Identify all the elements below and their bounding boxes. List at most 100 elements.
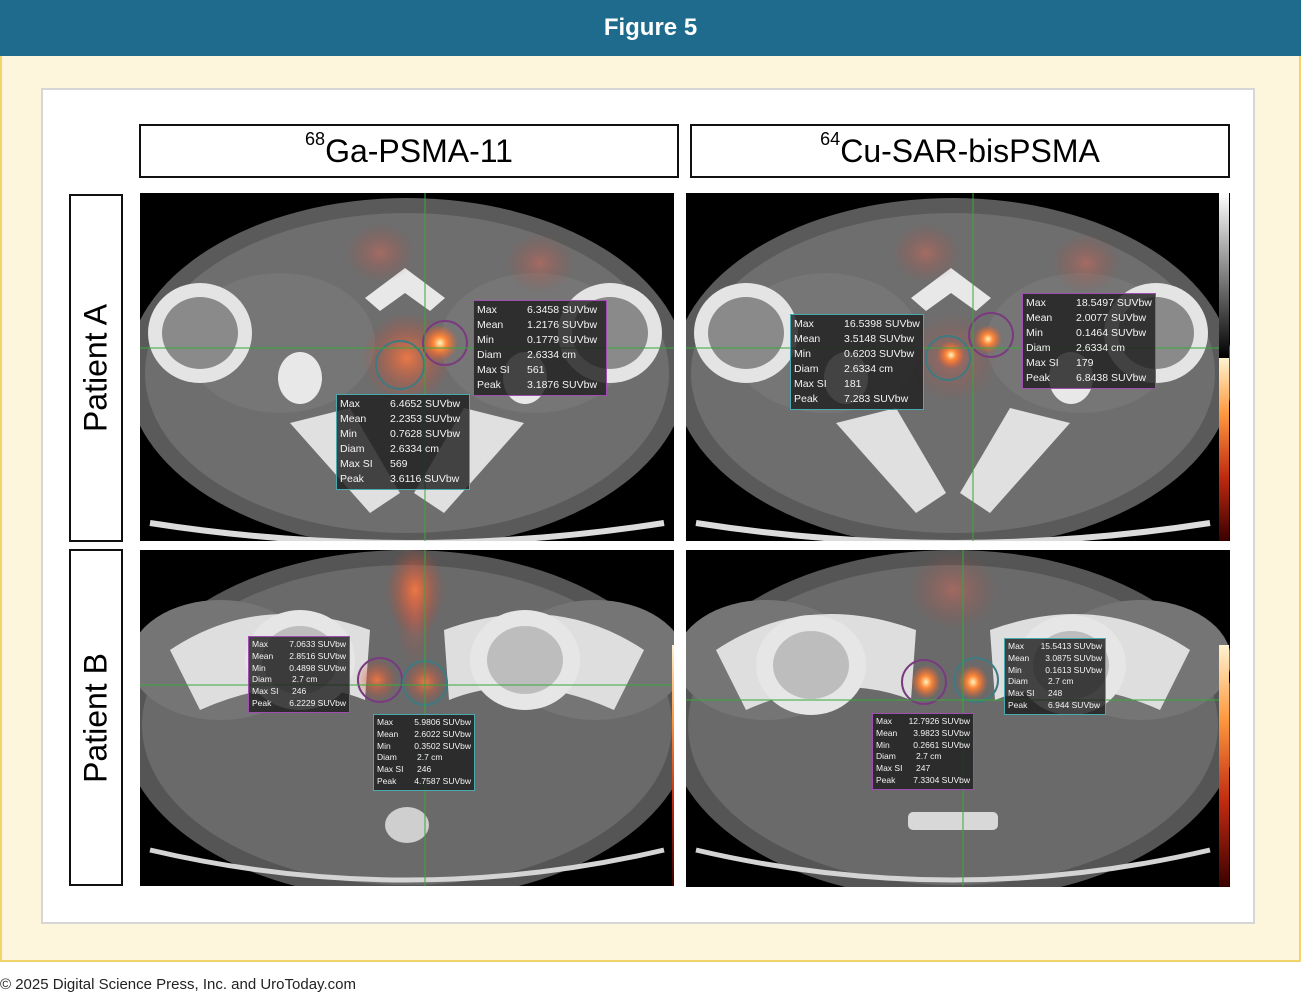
roi-key: Max SI (876, 763, 903, 774)
roi-row: Max SI 246 (252, 686, 346, 698)
roi-row: Max SI 247 (876, 763, 970, 775)
roi-value: 3.1876 SUVbw (527, 379, 598, 391)
roi-key: Max SI (340, 458, 373, 470)
roi-value: 6.3458 SUVbw (527, 304, 598, 316)
roi-row: Peak 6.8438 SUVbw (1026, 371, 1152, 386)
roi-key: Max SI (794, 378, 827, 390)
roi-key: Peak (876, 774, 896, 785)
roi-row: Peak 7.3304 SUVbw (876, 775, 970, 787)
roi-stats-box: Max 18.5497 SUVbw Mean 2.0077 SUVbw Min 0.1… (1022, 293, 1156, 389)
roi-row: Mean 1.2176 SUVbw (477, 318, 603, 333)
pet-colorbar (672, 645, 674, 886)
roi-value: 5.9806 SUVbw (414, 717, 471, 727)
roi-value: 2.6334 cm (527, 349, 577, 361)
roi-row: Peak 3.1876 SUVbw (477, 378, 603, 393)
roi-row: Max 16.5398 SUVbw (794, 317, 920, 332)
roi-key: Max SI (1008, 688, 1035, 699)
roi-value: 248 (1048, 688, 1063, 699)
roi-row: Max 7.0633 SUVbw (252, 639, 346, 651)
roi-stats-box: Max 15.5413 SUVbw Mean 3.0875 SUVbw Min 0.1… (1004, 638, 1106, 715)
roi-row: Max 18.5497 SUVbw (1026, 296, 1152, 311)
roi-key: Max (477, 304, 497, 316)
roi-key: Peak (377, 775, 397, 786)
roi-key: Max (340, 398, 360, 410)
roi-key: Mean (876, 727, 898, 738)
grayscale-colorbar (1219, 193, 1229, 358)
roi-value: 2.7 cm (292, 674, 318, 685)
roi-row: Mean 3.0875 SUVbw (1008, 653, 1102, 665)
roi-key: Diam (876, 751, 896, 762)
roi-key: Peak (477, 379, 501, 391)
tracer-label: Cu-SAR-bisPSMA (840, 132, 1100, 169)
roi-value: 561 (527, 364, 545, 376)
ct-scan-patient-a-ga: Max 6.3458 SUVbw Mean 1.2176 SUVbw Min 0.17… (140, 193, 674, 541)
roi-row: Max 5.9806 SUVbw (377, 717, 471, 729)
roi-key: Max (252, 639, 269, 649)
column-header-ga-psma: 68 Ga-PSMA-11 (139, 124, 679, 178)
figure-header: Figure 5 (0, 0, 1301, 56)
roi-value: 3.9823 SUVbw (913, 727, 970, 738)
roi-value: 7.283 SUVbw (844, 393, 909, 405)
tracer-label: Ga-PSMA-11 (325, 132, 513, 169)
roi-row: Peak 4.7587 SUVbw (377, 776, 471, 788)
roi-value: 6.4652 SUVbw (390, 398, 461, 410)
roi-row: Min 0.7628 SUVbw (340, 427, 466, 442)
roi-row: Diam 2.7 cm (377, 752, 471, 764)
roi-value: 179 (1076, 357, 1094, 369)
roi-value: 0.1779 SUVbw (527, 334, 598, 346)
roi-key: Min (340, 428, 357, 440)
roi-row: Max SI 246 (377, 764, 471, 776)
roi-value: 0.2661 SUVbw (913, 739, 970, 750)
roi-key: Peak (340, 473, 364, 485)
roi-key: Diam (477, 349, 502, 361)
roi-value: 0.1613 SUVbw (1045, 664, 1102, 675)
roi-row: Max SI 179 (1026, 356, 1152, 371)
roi-row: Peak 7.283 SUVbw (794, 392, 920, 407)
roi-key: Min (252, 662, 266, 673)
roi-value: 1.2176 SUVbw (527, 319, 598, 331)
roi-row: Max SI 569 (340, 457, 466, 472)
row-header-patient-b: Patient B (69, 549, 123, 886)
roi-value: 2.7 cm (1048, 676, 1074, 687)
roi-key: Max (876, 716, 893, 726)
copyright-footer: © 2025 Digital Science Press, Inc. and U… (0, 976, 356, 993)
pet-colorbar (1219, 358, 1229, 541)
row-label: Patient B (77, 652, 114, 783)
roi-value: 3.0875 SUVbw (1045, 652, 1102, 663)
roi-value: 7.3304 SUVbw (913, 774, 970, 785)
roi-key: Max (1026, 297, 1046, 309)
roi-value: 6.944 SUVbw (1048, 699, 1100, 710)
roi-value: 18.5497 SUVbw (1076, 297, 1152, 309)
roi-value: 3.6116 SUVbw (390, 473, 460, 485)
roi-key: Diam (377, 752, 397, 763)
roi-key: Max SI (252, 686, 279, 697)
roi-row: Diam 2.6334 cm (1026, 341, 1152, 356)
roi-key: Max (1008, 641, 1025, 651)
pet-colorbar (1219, 645, 1229, 887)
roi-row: Min 0.1779 SUVbw (477, 333, 603, 348)
roi-row: Mean 2.0077 SUVbw (1026, 311, 1152, 326)
roi-row: Max SI 181 (794, 377, 920, 392)
roi-key: Diam (794, 363, 819, 375)
ct-scan-patient-b-ga: Max 7.0633 SUVbw Mean 2.8516 SUVbw Min 0.48… (140, 550, 674, 886)
roi-stats-box: Max 6.3458 SUVbw Mean 1.2176 SUVbw Min 0.17… (473, 300, 607, 396)
roi-key: Max SI (377, 764, 404, 775)
roi-stats-box: Max 12.7926 SUVbw Mean 3.9823 SUVbw Min 0.2… (872, 713, 974, 790)
roi-row: Max 12.7926 SUVbw (876, 716, 970, 728)
roi-key: Max SI (477, 364, 510, 376)
roi-key: Max SI (1026, 357, 1059, 369)
roi-value: 2.6334 cm (390, 443, 440, 455)
roi-value: 2.7 cm (916, 751, 942, 762)
roi-key: Min (1008, 664, 1022, 675)
roi-row: Diam 2.7 cm (1008, 676, 1102, 688)
roi-key: Mean (1026, 312, 1053, 324)
roi-value: 2.7 cm (417, 752, 443, 763)
roi-key: Mean (794, 333, 821, 345)
roi-row: Max SI 561 (477, 363, 603, 378)
roi-row: Mean 2.2353 SUVbw (340, 412, 466, 427)
row-label: Patient A (77, 303, 114, 433)
roi-row: Min 0.1464 SUVbw (1026, 326, 1152, 341)
roi-stats-box: Max 6.4652 SUVbw Mean 2.2353 SUVbw Min 0.76… (336, 394, 470, 490)
roi-value: 2.6334 cm (844, 363, 894, 375)
roi-key: Peak (1026, 372, 1050, 384)
